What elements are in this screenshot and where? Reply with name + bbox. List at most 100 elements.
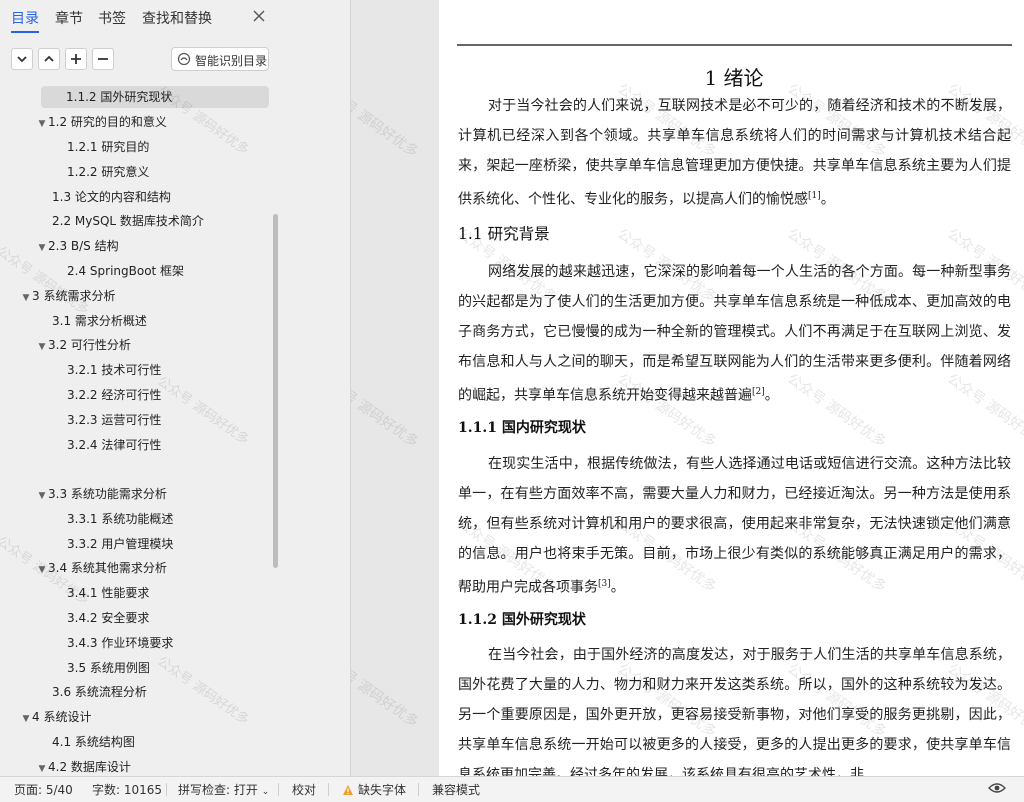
document-page[interactable]: 1 绪论 对于当今社会的人们来说，互联网技术是必不可少的，随着经济和技术的不断发… [439,0,1024,776]
toc-item[interactable]: 3.6 系统流程分析 [52,681,147,703]
toc-item[interactable]: ▼ 3.4 系统其他需求分析 [36,557,167,579]
toc-item-label: 3.4 系统其他需求分析 [48,561,167,575]
toc-item-label: 3.2.2 经济可行性 [67,388,162,402]
toc-item[interactable]: ▼ 4.2 数据库设计 [36,756,131,776]
toc-item[interactable]: 1.1.2 国外研究现状 [41,86,269,108]
toc-item-label: 3.2.3 运营可行性 [67,413,162,427]
toc-item[interactable]: 1.2.1 研究目的 [67,136,149,158]
status-divider [278,783,279,796]
toc-item-label: 3.1 需求分析概述 [52,314,147,328]
toc-item-label: 1.3 论文的内容和结构 [52,190,171,204]
toc-item-label: 2.4 SpringBoot 框架 [67,264,185,278]
toc-item[interactable]: ▼ 4 系统设计 [20,706,92,730]
add-heading-button[interactable] [65,48,87,70]
expand-toggle-icon[interactable]: ▼ [36,113,48,135]
toc-item[interactable]: 4.1 系统结构图 [52,731,135,753]
toc-item[interactable]: 3.5 系统用例图 [67,657,150,679]
toc-item[interactable]: ▼ 2.3 B/S 结构 [36,235,119,257]
watermark: 公众号 源码好优多 [351,80,421,161]
watermark: 公众号 源码好优多 [351,370,421,451]
proofread-button[interactable]: 校对 [292,781,316,798]
tab-toc[interactable]: 目录 [11,8,39,28]
tab-bookmarks[interactable]: 书签 [98,8,126,28]
smart-recognize-icon [177,52,191,69]
minus-icon [98,58,108,60]
toc-item[interactable]: 3.2.1 技术可行性 [67,359,161,381]
expand-toggle-icon[interactable]: ▼ [36,485,48,507]
toc-item-label: 4.2 数据库设计 [48,760,131,774]
remove-heading-button[interactable] [92,48,114,70]
toc-item[interactable]: ▼ 3.2 可行性分析 [36,334,131,356]
watermark: 公众号 源码好优多 [351,650,421,731]
expand-toggle-icon[interactable]: ▼ [36,559,48,581]
smart-toc-button[interactable]: 智能识别目录 [171,47,269,71]
page-indicator[interactable]: 页面: 5/40 [14,781,73,798]
foreign-paragraph: 在当今社会，由于国外经济的高度发达，对于服务于人们生活的共享单车信息系统，国外花… [458,647,1011,776]
toc-item-label: 3.2.1 技术可行性 [67,363,162,377]
tab-find-replace[interactable]: 查找和替换 [142,8,212,28]
toc-item[interactable]: 2.2 MySQL 数据库技术简介 [52,210,204,232]
toc-item-label: 3.6 系统流程分析 [52,685,147,699]
header-rule [457,44,1012,46]
missing-font-button[interactable]: 缺失字体 [342,781,406,798]
toc-item-label: 3.5 系统用例图 [67,661,150,675]
expand-toggle-icon[interactable]: ▼ [36,237,48,259]
toc-item-label: 3.2.4 法律可行性 [67,438,162,452]
toc-item[interactable]: 2.4 SpringBoot 框架 [67,260,184,282]
toc-item-label: 1.1.2 国外研究现状 [66,90,173,104]
warning-icon [343,785,353,795]
toc-item-label: 3 系统需求分析 [32,289,116,303]
expand-button[interactable] [38,48,60,70]
spell-check-toggle[interactable]: 拼写检查: 打开 ⌄ [178,781,269,798]
close-icon[interactable] [250,8,268,26]
chevron-up-icon [44,55,54,62]
toc-item-label: 4 系统设计 [32,710,92,724]
toc-item[interactable]: 1.2.2 研究意义 [67,161,149,183]
toc-item[interactable]: ▼ 1.2 研究的目的和意义 [36,111,167,133]
toc-item[interactable]: 1.3 论文的内容和结构 [52,186,171,208]
smart-toc-label: 智能识别目录 [195,54,268,68]
expand-toggle-icon[interactable]: ▼ [20,287,32,309]
toc-item-label: 2.2 MySQL 数据库技术简介 [52,214,204,228]
toc-item[interactable]: 3.4.3 作业环境要求 [67,632,173,654]
chapter-title: 1 绪论 [704,66,764,90]
toc-scrollbar[interactable] [273,214,278,568]
expand-toggle-icon[interactable]: ▼ [20,708,32,730]
toc-item-label: 3.3.2 用户管理模块 [67,537,174,551]
expand-toggle-icon[interactable]: ▼ [36,336,48,358]
toc-item-label: 3.3 系统功能需求分析 [48,487,167,501]
expand-toggle-icon[interactable]: ▼ [36,758,48,776]
citation: [2] [752,387,765,397]
compat-mode-label: 兼容模式 [432,783,481,797]
word-count[interactable]: 字数: 10165 [92,781,162,798]
toc-item[interactable]: 3.2.4 法律可行性 [67,434,161,456]
toc-item[interactable]: ▼ 3.3 系统功能需求分析 [36,483,167,505]
toc-item[interactable]: 3.4.2 安全要求 [67,607,149,629]
chevron-down-icon: ⌄ [261,787,270,797]
document-area[interactable]: 公众号 源码好优多 公众号 源码好优多 公众号 源码好优多 1 绪论 对于当今社… [351,0,1024,776]
toc-item[interactable]: 3.3.1 系统功能概述 [67,508,173,530]
toc-item[interactable]: 3.2.3 运营可行性 [67,409,161,431]
toc-item-label: 2.3 B/S 结构 [48,239,119,253]
toc-item[interactable]: 3.1 需求分析概述 [52,310,147,332]
subsection-heading: 1.1.2 国外研究现状 [458,612,586,628]
watermark: 公众号 源码好优多 [154,373,252,449]
toc-item-label: 1.2 研究的目的和意义 [48,115,167,129]
toc-item[interactable]: 3.4.1 性能要求 [67,582,149,604]
toc-item-label: 1.2.1 研究目的 [67,140,150,154]
tab-chapters[interactable]: 章节 [55,8,83,28]
status-divider [328,783,329,796]
intro-paragraph: 对于当今社会的人们来说，互联网技术是必不可少的，随着经济和技术的不断发展，计算机… [458,98,1011,208]
plus-icon [71,54,81,64]
toc-item-label: 1.2.2 研究意义 [67,165,150,179]
toc-item-label: 3.4.3 作业环境要求 [67,636,174,650]
section-heading: 1.1 研究背景 [458,225,550,243]
eye-icon[interactable] [988,781,1006,798]
citation: [1] [808,191,821,201]
spell-check-label: 拼写检查: 打开 [178,783,258,797]
toc-item[interactable]: 3.3.2 用户管理模块 [67,533,173,555]
toc-item[interactable]: 3.2.2 经济可行性 [67,384,161,406]
toc-item[interactable]: ▼ 3 系统需求分析 [20,285,116,309]
toc-item-label: 3.4.1 性能要求 [67,586,150,600]
collapse-button[interactable] [11,48,33,70]
